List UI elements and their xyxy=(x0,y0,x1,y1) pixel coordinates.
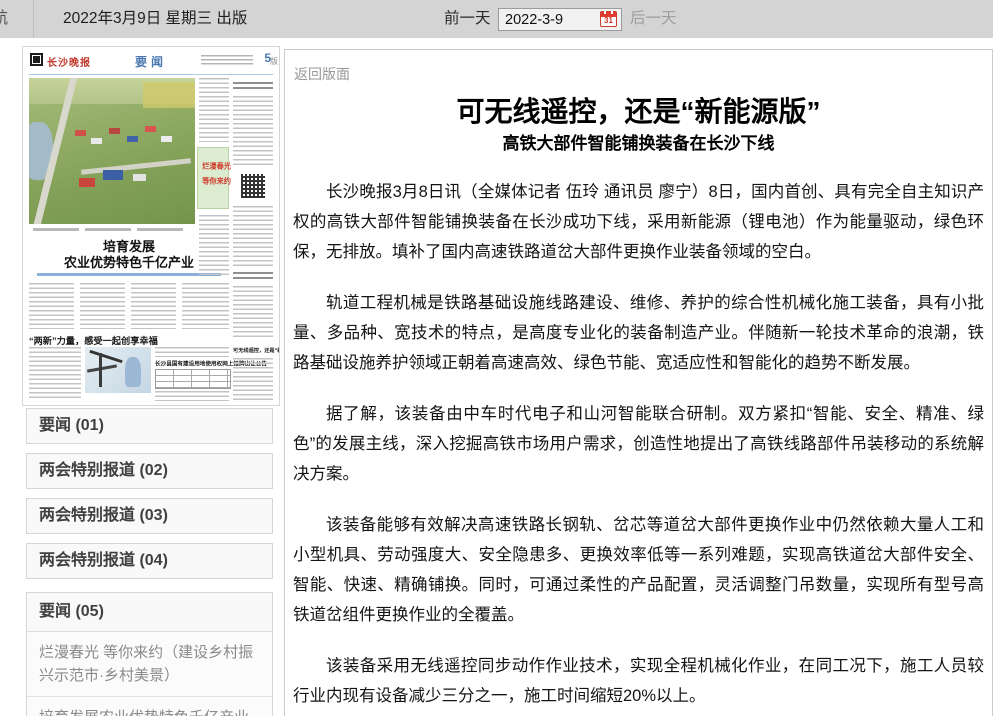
epaper-reader-screen: 航 2022年3月9日 星期三 出版 前一天 31 后一天 长沙晚报 要闻 5 … xyxy=(0,0,999,716)
sidebar-article-link[interactable]: 培育发展农业优势特色千亿产业 xyxy=(27,697,272,716)
article-title: 可无线遥控，还是“新能源版” xyxy=(285,90,992,130)
photo-house xyxy=(91,138,102,144)
calendar-icon-day: 31 xyxy=(601,16,616,26)
thumb-text-lines xyxy=(131,283,176,329)
date-input[interactable] xyxy=(499,9,601,30)
photo-road xyxy=(81,158,191,174)
topbar-divider xyxy=(33,0,34,38)
thumb-text-lines xyxy=(155,347,229,357)
thumb-masthead-meta-lines xyxy=(201,55,253,65)
date-picker[interactable]: 31 xyxy=(498,8,622,31)
sidebar-section-01[interactable]: 要闻 (01) xyxy=(26,408,273,444)
worker-figure xyxy=(125,357,141,387)
photo-house xyxy=(127,136,138,142)
sidebar-section-05-header[interactable]: 要闻 (05) xyxy=(27,593,272,632)
article-panel: 返回版面 可无线遥控，还是“新能源版” 高铁大部件智能铺换装备在长沙下线 长沙晚… xyxy=(284,49,993,716)
thumb-headline-lines xyxy=(233,82,273,91)
machinery-shape xyxy=(87,364,117,372)
qr-code xyxy=(241,174,265,198)
promo-text: 烂漫春光 xyxy=(202,160,224,171)
promo-box: 烂漫春光 等你来约 xyxy=(197,147,229,209)
sidebar-section-04[interactable]: 两会特别报道 (04) xyxy=(26,543,273,579)
article-body: 长沙晚报3月8日讯（全媒体记者 伍玲 通讯员 廖宁）8日，国内首创、具有完全自主… xyxy=(293,177,984,716)
thumb-right-column: 可无线遥控，还是“新能源版” xyxy=(233,78,273,400)
thumb-feature-headline: “两新”力量，感受一起创享幸福 xyxy=(29,333,213,347)
thumb-masthead-rule xyxy=(29,74,273,75)
thumb-text-lines xyxy=(80,283,125,329)
thumb-text-lines xyxy=(29,347,81,399)
sidebar-section-03[interactable]: 两会特别报道 (03) xyxy=(26,498,273,534)
topbar: 航 2022年3月9日 星期三 出版 前一天 31 后一天 xyxy=(0,0,993,38)
thumb-text-lines xyxy=(233,206,273,266)
thumb-text-lines xyxy=(182,283,229,329)
thumb-text-columns xyxy=(29,283,229,329)
photo-caption-lines xyxy=(33,228,183,231)
article-paragraph: 据了解，该装备由中车时代电子和山河智能联合研制。双方紧扣“智能、安全、精准、绿色… xyxy=(293,399,984,489)
aerial-village-photo xyxy=(29,78,195,224)
thumb-notice-table xyxy=(155,369,231,389)
worker-photo xyxy=(85,347,151,393)
photo-house xyxy=(145,126,156,132)
article-paragraph: 该装备能够有效解决高速铁路长钢轨、岔芯等道岔大部件更换作业中仍然依赖大量人工和小… xyxy=(293,510,984,630)
article-paragraph: 该装备采用无线遥控同步动作作业技术，实现全程机械化作业，在同工况下，施工人员较行… xyxy=(293,651,984,711)
back-to-page-link[interactable]: 返回版面 xyxy=(294,64,350,84)
publish-date-label: 2022年3月9日 星期三 出版 xyxy=(63,0,247,38)
thumb-text-lines xyxy=(29,283,74,329)
nav-partial-text[interactable]: 航 xyxy=(0,0,8,38)
machinery-shape xyxy=(99,353,102,387)
thumb-text-lines xyxy=(233,286,273,340)
calendar-icon[interactable]: 31 xyxy=(600,11,617,27)
thumb-text-lines xyxy=(199,78,229,142)
sidebar-section-05-group: 要闻 (05) 烂漫春光 等你来约（建设乡村振兴示范市·乡村美景） 培育发展农业… xyxy=(26,592,273,716)
thumb-text-lines xyxy=(155,391,229,401)
article-subtitle: 高铁大部件智能铺换装备在长沙下线 xyxy=(285,129,992,154)
page-thumbnail[interactable]: 长沙晚报 要闻 5 版 培育发展 农业优势特色千亿产业 xyxy=(22,46,280,406)
photo-yellow-field xyxy=(143,82,195,108)
next-day-button-disabled[interactable]: 后一天 xyxy=(630,0,677,38)
thumb-page-word: 版 xyxy=(270,56,278,67)
thumb-text-lines xyxy=(199,215,229,275)
prev-day-button[interactable]: 前一天 xyxy=(444,0,491,38)
promo-text: 等你来约 xyxy=(202,175,224,186)
photo-house xyxy=(79,178,95,187)
sidebar-article-link[interactable]: 烂漫春光 等你来约（建设乡村振兴示范市·乡村美景） xyxy=(27,632,272,697)
thumb-subhead-line xyxy=(37,273,221,276)
thumb-text-lines xyxy=(233,358,273,400)
machinery-shape xyxy=(89,350,122,363)
article-paragraph: 轨道工程机械是铁路基础设施线路建设、维修、养护的综合性机械化施工装备，具有小批量… xyxy=(293,288,984,378)
thumb-right-bottom-headline: 可无线遥控，还是“新能源版” xyxy=(233,346,269,354)
thumb-headline-lines xyxy=(233,272,273,281)
sidebar-section-02[interactable]: 两会特别报道 (02) xyxy=(26,453,273,489)
article-paragraph: 长沙晚报3月8日讯（全媒体记者 伍玲 通讯员 廖宁）8日，国内首创、具有完全自主… xyxy=(293,177,984,267)
thumb-notice-title: 长沙县国有建设用地使用权网上挂牌出让公告 xyxy=(155,359,229,367)
photo-house xyxy=(103,170,123,180)
photo-house xyxy=(161,136,172,142)
photo-house xyxy=(133,174,146,181)
photo-house xyxy=(109,128,120,134)
photo-house xyxy=(75,130,86,136)
thumb-text-lines xyxy=(233,96,273,166)
